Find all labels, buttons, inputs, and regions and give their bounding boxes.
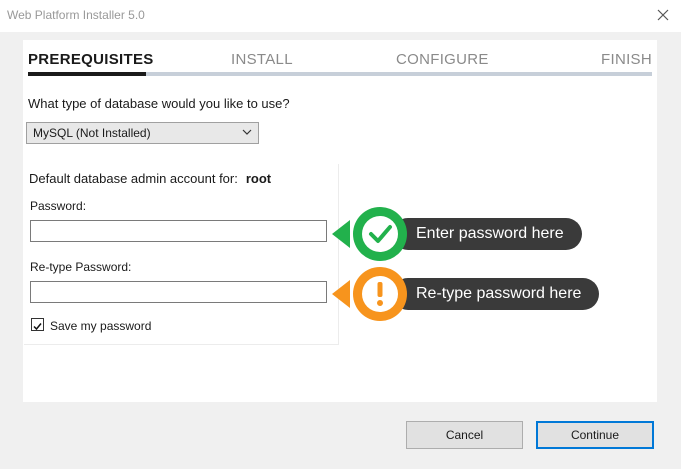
cancel-button[interactable]: Cancel bbox=[406, 421, 523, 449]
step-install: INSTALL bbox=[231, 51, 293, 68]
exclamation-icon bbox=[332, 267, 407, 321]
password-field[interactable] bbox=[30, 220, 327, 242]
password-label: Password: bbox=[30, 199, 87, 213]
continue-button[interactable]: Continue bbox=[536, 421, 654, 449]
admin-account-caption: Default database admin account for: bbox=[29, 171, 238, 186]
database-type-select[interactable]: MySQL (Not Installed) bbox=[26, 122, 259, 144]
close-icon[interactable] bbox=[653, 5, 673, 25]
checkmark-icon bbox=[332, 207, 407, 261]
retype-password-field[interactable] bbox=[30, 281, 327, 303]
database-type-value: MySQL (Not Installed) bbox=[33, 126, 151, 140]
password-tooltip-text: Enter password here bbox=[392, 218, 582, 250]
retype-tooltip-text: Re-type password here bbox=[392, 278, 600, 310]
chevron-down-icon bbox=[242, 129, 252, 135]
step-progress-fill bbox=[28, 72, 146, 76]
wizard-steps: PREREQUISITES INSTALL CONFIGURE FINISH bbox=[28, 50, 652, 80]
admin-account-section: Default database admin account for: root … bbox=[24, 164, 339, 345]
retype-password-label: Re-type Password: bbox=[30, 260, 132, 274]
step-finish: FINISH bbox=[601, 51, 652, 68]
admin-account-label: Default database admin account for: root bbox=[29, 171, 271, 186]
step-prerequisites: PREREQUISITES bbox=[28, 51, 154, 68]
checkmark-small-icon bbox=[33, 323, 42, 331]
step-configure: CONFIGURE bbox=[396, 51, 489, 68]
admin-username: root bbox=[245, 171, 272, 186]
save-password-label: Save my password bbox=[50, 319, 152, 333]
title-bar: Web Platform Installer 5.0 bbox=[0, 0, 681, 32]
save-password-checkbox[interactable] bbox=[31, 318, 44, 331]
database-question: What type of database would you like to … bbox=[28, 96, 290, 111]
window-title: Web Platform Installer 5.0 bbox=[7, 8, 145, 22]
